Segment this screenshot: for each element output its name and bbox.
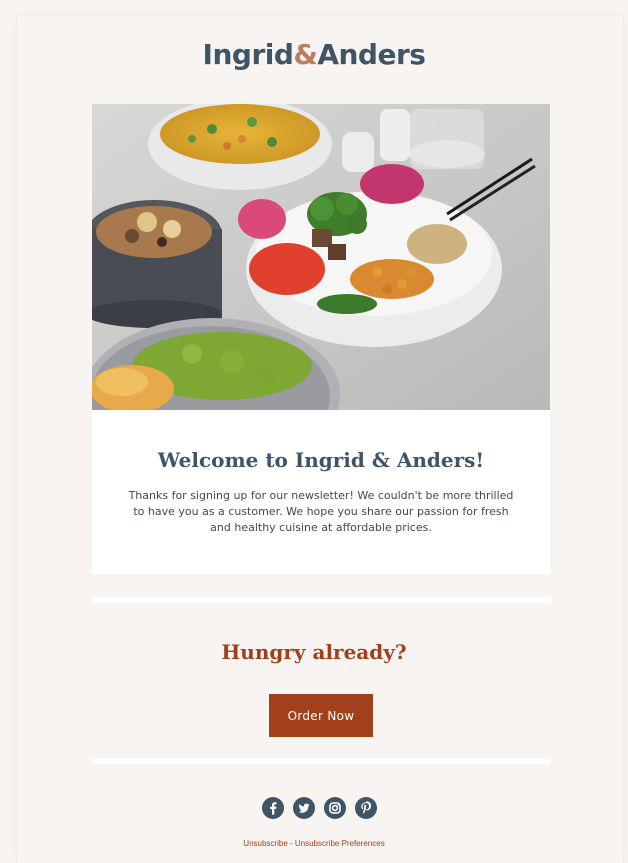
unsubscribe-preferences-link[interactable]: Unsubscribe Preferences [295,839,385,848]
email-page: Ingrid&Anders Welcome to Ingrid & Anders… [0,0,628,863]
twitter-icon[interactable] [293,797,315,819]
pinterest-icon[interactable] [355,797,377,819]
footer-separator: - [287,839,295,848]
facebook-icon[interactable] [262,797,284,819]
social-links [262,797,382,821]
divider [92,758,550,764]
cta-heading: Hungry already? [221,640,407,664]
welcome-title: Welcome to Ingrid & Anders! [157,448,485,472]
welcome-card: Welcome to Ingrid & Anders! Thanks for s… [92,410,550,574]
hero-image [92,104,550,410]
brand-name-part2: Anders [317,38,426,71]
food-bowls-photo [92,104,550,410]
footer-links: Unsubscribe - Unsubscribe Preferences [0,839,628,848]
divider [92,597,550,603]
brand-name-part1: Ingrid [202,38,294,71]
brand-logo: Ingrid&Anders [0,38,628,71]
unsubscribe-link[interactable]: Unsubscribe [243,839,287,848]
order-now-button[interactable]: Order Now [269,694,373,737]
instagram-icon[interactable] [324,797,346,819]
brand-ampersand: & [293,38,318,71]
welcome-message: Thanks for signing up for our newsletter… [128,489,514,534]
